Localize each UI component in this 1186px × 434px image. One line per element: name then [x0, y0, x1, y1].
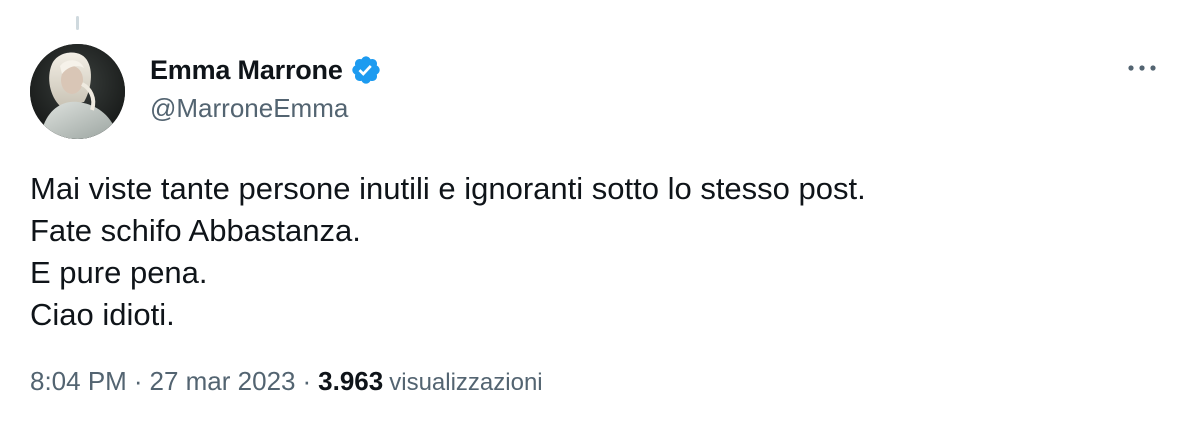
tweet-metadata: 8:04 PM · 27 mar 2023 · 3.963 visualizza… — [30, 366, 543, 397]
tweet-text-line: Fate schifo Abbastanza. — [30, 213, 361, 248]
separator-dot: · — [133, 366, 143, 396]
tweet-date[interactable]: 27 mar 2023 — [150, 366, 296, 397]
views-count[interactable]: 3.963 — [318, 366, 383, 397]
separator-dot: · — [302, 366, 312, 396]
author-display-name[interactable]: Emma Marrone — [150, 55, 343, 86]
tweet-text: Mai viste tante persone inutili e ignora… — [30, 168, 1150, 336]
views-label[interactable]: visualizzazioni — [389, 369, 542, 397]
tweet-text-line: Mai viste tante persone inutili e ignora… — [30, 171, 866, 206]
avatar-photo — [30, 44, 125, 139]
more-options-button[interactable] — [1122, 52, 1162, 84]
tweet-time[interactable]: 8:04 PM — [30, 366, 127, 397]
avatar[interactable] — [30, 44, 125, 139]
tweet-text-line: E pure pena. — [30, 255, 208, 290]
more-horizontal-icon — [1128, 65, 1156, 71]
tweet-text-line: Ciao idioti. — [30, 297, 175, 332]
thread-line — [76, 16, 79, 30]
verified-badge-icon[interactable] — [350, 54, 382, 86]
author-name-row[interactable]: Emma Marrone — [150, 52, 382, 88]
author-handle[interactable]: @MarroneEmma — [150, 93, 348, 124]
